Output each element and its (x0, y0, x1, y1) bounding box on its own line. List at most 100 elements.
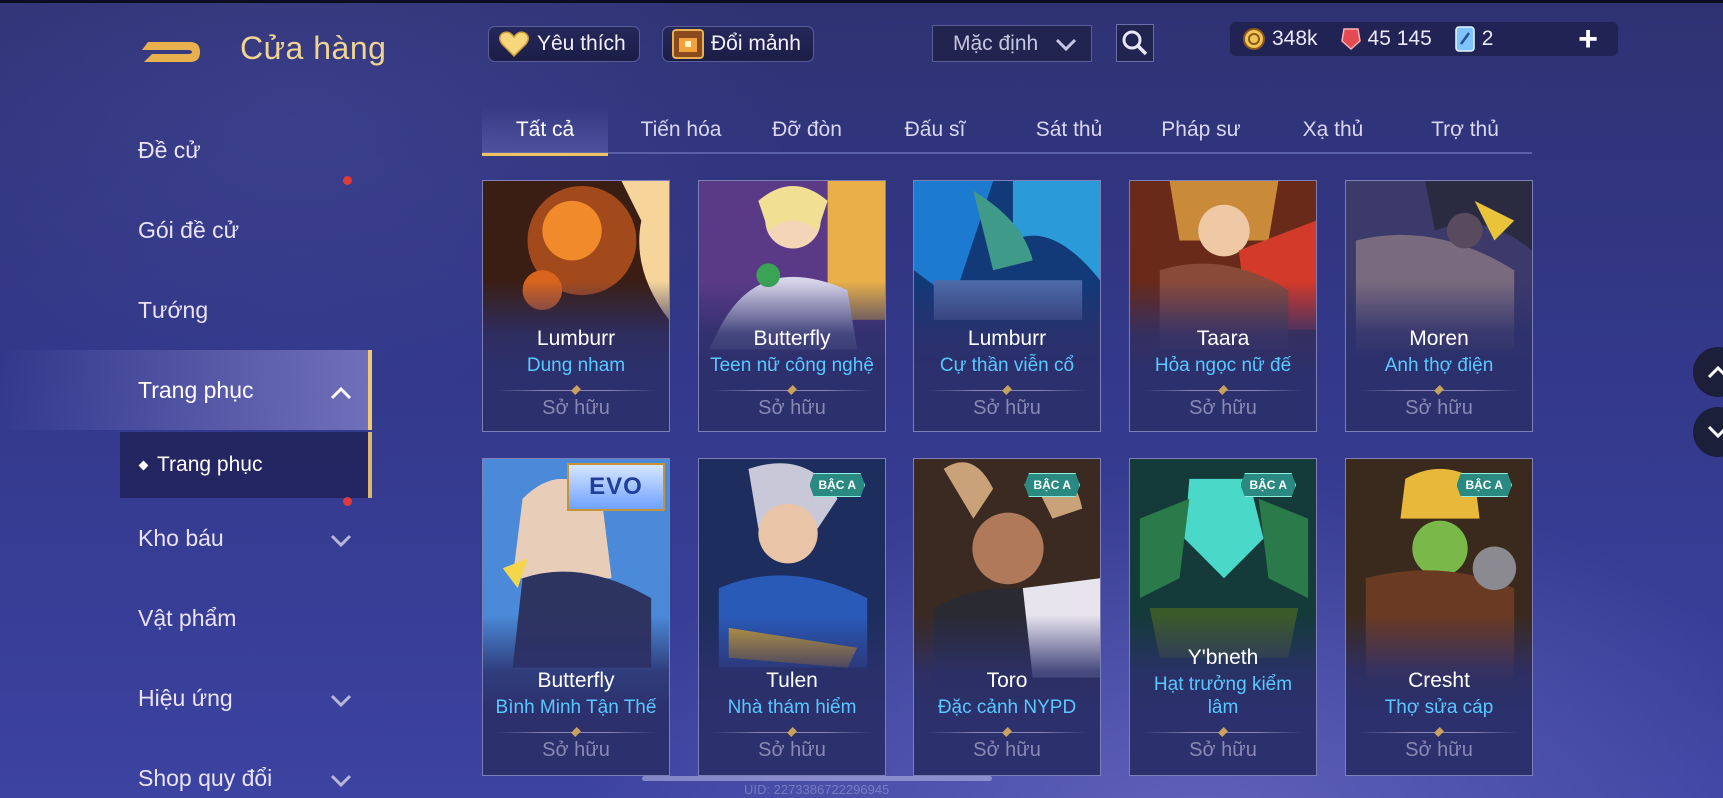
skin-name: Nhà thám hiểm (727, 697, 857, 718)
ruby-gem-icon (1340, 28, 1361, 51)
sidebar-item-label: Shop quy đổi (138, 764, 273, 791)
exchange-shards-button[interactable]: Đổi mảnh (662, 26, 814, 62)
ruby-currency: 45 145 (1340, 27, 1432, 51)
sidebar-item-effects[interactable]: Hiệu ứng (0, 658, 372, 738)
card-divider (713, 732, 871, 733)
sidebar-item-heroes[interactable]: Tướng (0, 270, 372, 350)
sidebar-item-treasure[interactable]: Kho báu (0, 497, 372, 578)
search-icon (1122, 30, 1148, 56)
chevron-down-icon (330, 688, 352, 715)
search-button[interactable] (1116, 24, 1154, 62)
tier-a-badge: BẬC A (1024, 473, 1080, 497)
sidebar-item-items[interactable]: Vật phẩm (0, 578, 372, 658)
owned-status: Sở hữu (542, 739, 610, 761)
hero-name: Lumburr (967, 327, 1047, 350)
owned-status: Sở hữu (1405, 739, 1473, 761)
skin-name: Teen nữ công nghệ (710, 355, 874, 376)
tab-fighter[interactable]: Đấu sĩ (872, 106, 998, 154)
tab-evolution[interactable]: Tiến hóa (618, 106, 744, 154)
tier-a-badge: BẬC A (809, 473, 865, 497)
back-button[interactable] (138, 28, 208, 70)
card-divider (1144, 732, 1302, 733)
skin-card[interactable]: EVO Butterfly Bình Minh Tận Thế Sở hữu (482, 458, 670, 776)
tab-all[interactable]: Tất cả (482, 106, 608, 156)
sidebar-item-label: Hiệu ứng (138, 684, 233, 711)
skin-name: Bình Minh Tận Thế (495, 697, 657, 718)
owned-status: Sở hữu (542, 397, 610, 419)
hero-name: Cresht (1408, 669, 1470, 692)
shop-screen: Cửa hàng Yêu thích Đổi mảnh Mặc định 348… (0, 0, 1723, 798)
skin-name: Đặc cảnh NYPD (937, 697, 1077, 718)
owned-status: Sở hữu (973, 397, 1041, 419)
skin-name: Cự thần viễn cổ (939, 355, 1075, 376)
skin-name: Thợ sửa cáp (1384, 697, 1494, 718)
hero-name: Y'bneth (1187, 646, 1259, 669)
tab-support[interactable]: Trợ thủ (1402, 106, 1528, 154)
skin-card[interactable]: Lumburr Cự thần viễn cổ Sở hữu (913, 180, 1101, 432)
role-tabs: Tất cả Tiến hóa Đỡ đòn Đấu sĩ Sát thủ Ph… (482, 106, 1532, 156)
sort-dropdown[interactable]: Mặc định (932, 25, 1092, 62)
uid-label: UID: 2273386722296945 (744, 782, 890, 797)
owned-status: Sở hữu (758, 397, 826, 419)
page-title: Cửa hàng (240, 30, 387, 66)
chevron-up-icon (330, 380, 352, 407)
sidebar-item-skins[interactable]: Trang phục (0, 350, 372, 430)
card-divider (497, 732, 655, 733)
voucher-currency: 2 (1454, 26, 1494, 52)
tab-tank[interactable]: Đỡ đòn (744, 106, 870, 154)
back-arrow-icon (142, 42, 200, 62)
chevron-down-icon (1055, 35, 1077, 59)
scroll-up-button[interactable] (1693, 347, 1723, 397)
sidebar-subitem-skins[interactable]: Trang phục (120, 432, 372, 498)
gold-amount: 348k (1272, 27, 1318, 50)
treasure-chest-icon (671, 28, 705, 60)
tier-a-badge: BẬC A (1240, 473, 1296, 497)
owned-status: Sở hữu (758, 739, 826, 761)
skin-name: Dung nham (526, 355, 626, 376)
chevron-down-icon (330, 528, 352, 555)
card-divider (928, 390, 1086, 391)
skin-card[interactable]: Lumburr Dung nham Sở hữu (482, 180, 670, 432)
voucher-amount: 2 (1481, 27, 1494, 50)
sidebar-item-exchange-shop[interactable]: Shop quy đổi (0, 738, 372, 798)
skin-card[interactable]: BẬC A Y'bneth Hạt trưởng kiểm lâm Sở hữu (1129, 458, 1317, 776)
chevron-up-icon (1707, 365, 1723, 379)
skin-name: Anh thợ điện (1384, 355, 1494, 376)
skin-name: Hỏa ngọc nữ đế (1154, 355, 1292, 376)
scroll-down-button[interactable] (1693, 407, 1723, 457)
hero-name: Butterfly (537, 669, 615, 692)
tab-marksman[interactable]: Xạ thủ (1270, 106, 1396, 154)
skin-card[interactable]: BẬC A Toro Đặc cảnh NYPD Sở hữu (913, 458, 1101, 776)
skin-card[interactable]: Moren Anh thợ điện Sở hữu (1345, 180, 1533, 432)
sort-selected-value: Mặc định (953, 31, 1039, 55)
skin-card[interactable]: Butterfly Teen nữ công nghệ Sở hữu (698, 180, 886, 432)
owned-status: Sở hữu (1189, 397, 1257, 419)
skin-card[interactable]: BẬC A Tulen Nhà thám hiểm Sở hữu (698, 458, 886, 776)
ruby-amount: 45 145 (1367, 27, 1432, 50)
gold-currency: 348k (1242, 27, 1318, 51)
tab-mage[interactable]: Pháp sư (1138, 106, 1264, 154)
notification-dot (343, 176, 352, 185)
sidebar-item-label: Tướng (138, 296, 209, 323)
gold-coin-icon (1243, 28, 1265, 50)
sidebar-subitem-label: Trang phục (157, 453, 263, 476)
chevron-down-icon (1707, 425, 1723, 439)
hero-name: Tulen (766, 669, 818, 692)
sidebar-item-label: Trang phục (138, 376, 254, 403)
exchange-label: Đổi mảnh (711, 32, 801, 55)
skin-card[interactable]: BẬC A Cresht Thợ sửa cáp Sở hữu (1345, 458, 1533, 776)
favorites-button[interactable]: Yêu thích (488, 26, 640, 62)
owned-status: Sở hữu (973, 739, 1041, 761)
sidebar-item-label: Đề cử (138, 136, 201, 163)
tab-assassin[interactable]: Sát thủ (1006, 106, 1132, 154)
skin-card[interactable]: Taara Hỏa ngọc nữ đế Sở hữu (1129, 180, 1317, 432)
currency-bar: 348k 45 145 2 + (1230, 22, 1618, 56)
bullet-icon (138, 460, 149, 470)
card-divider (1144, 390, 1302, 391)
sidebar-item-recommended-packs[interactable]: Gói đề cử (0, 176, 372, 270)
chevron-down-icon (330, 768, 352, 795)
add-currency-button[interactable]: + (1578, 22, 1598, 56)
hero-name: Lumburr (536, 327, 616, 350)
sidebar-item-recommended[interactable]: Đề cử (0, 110, 372, 190)
horizontal-scrollbar[interactable] (642, 776, 992, 781)
